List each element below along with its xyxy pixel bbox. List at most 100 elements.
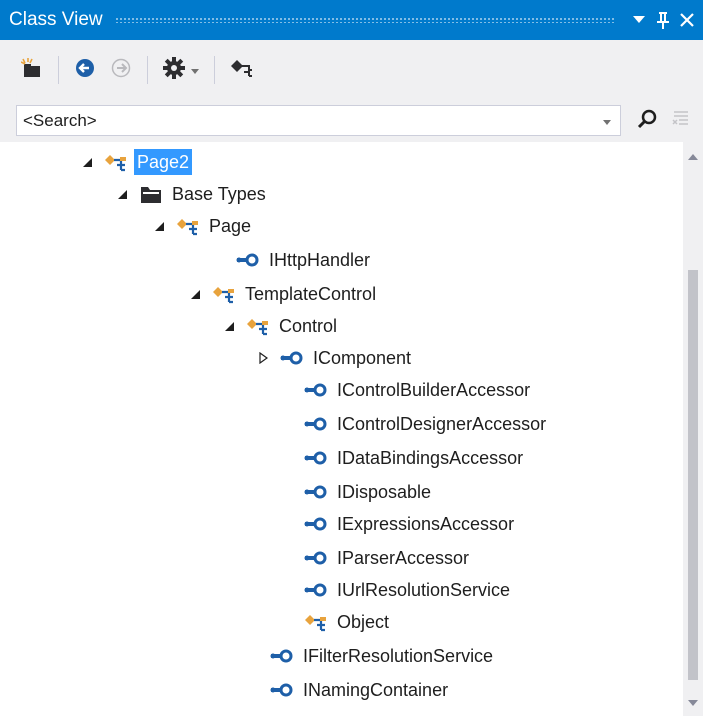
pin-button[interactable] (651, 0, 675, 40)
vertical-scrollbar[interactable] (683, 142, 703, 716)
tree-node[interactable]: IExpressionsAccessor (280, 508, 517, 540)
no-expander (280, 551, 294, 565)
tree-node[interactable]: IControlBuilderAccessor (280, 374, 533, 406)
tree-node-label: TemplateControl (245, 284, 377, 304)
collapsed-triangle-icon[interactable] (256, 351, 270, 365)
interface-icon (304, 482, 328, 502)
no-expander (280, 517, 294, 531)
tree-node[interactable]: IHttpHandler (212, 244, 373, 276)
no-expander (280, 451, 294, 465)
scroll-thumb[interactable] (688, 270, 698, 680)
search-button[interactable] (634, 108, 660, 134)
gear-icon (163, 56, 185, 84)
interface-icon (304, 580, 328, 600)
tree-node-label: IParserAccessor (337, 548, 470, 568)
dropdown-triangle-icon (633, 16, 645, 24)
scroll-up-button[interactable] (683, 146, 703, 166)
interface-icon (304, 380, 328, 400)
tree-node-label: IExpressionsAccessor (337, 514, 515, 534)
clear-search-icon (671, 109, 691, 134)
tree-node[interactable]: IUrlResolutionService (280, 574, 513, 606)
new-folder-icon (20, 57, 43, 83)
tree-node[interactable]: Base Types (115, 178, 269, 210)
tree-node-label: IFilterResolutionService (303, 646, 494, 666)
search-input[interactable] (17, 106, 594, 135)
interface-icon (236, 250, 260, 270)
tree-node[interactable]: IParserAccessor (280, 542, 472, 574)
magnifier-icon (637, 109, 657, 134)
window-menu-button[interactable] (627, 0, 651, 40)
tree-node[interactable]: Page (152, 210, 254, 242)
tree-node-label: IHttpHandler (269, 250, 371, 270)
chevron-down-icon (603, 112, 611, 130)
class-tree: Page2 Base Types Page IHttpHandler TemplateC… (0, 142, 683, 716)
tree-node-label: IDisposable (337, 482, 432, 502)
expanded-triangle-icon[interactable] (188, 287, 202, 301)
clear-search-button[interactable] (668, 108, 694, 134)
expanded-triangle-icon[interactable] (115, 187, 129, 201)
interface-icon (304, 448, 328, 468)
no-expander (280, 485, 294, 499)
pin-icon (657, 11, 669, 29)
tree-node-label: Base Types (172, 184, 266, 204)
no-expander (280, 583, 294, 597)
back-button[interactable] (67, 52, 103, 88)
tree-node-label: IControlDesignerAccessor (337, 414, 547, 434)
tree-node-label: IControlBuilderAccessor (337, 380, 531, 400)
no-expander (246, 649, 260, 663)
toolbar (0, 40, 703, 100)
toolbar-separator (147, 56, 148, 84)
class-icon (212, 284, 236, 304)
class-icon (304, 612, 328, 632)
close-icon (680, 13, 694, 27)
triangle-up-icon (688, 147, 698, 165)
interface-icon (270, 646, 294, 666)
new-folder-button[interactable] (14, 52, 50, 88)
tree-node[interactable]: Page2 (80, 146, 193, 178)
toolbar-separator (214, 56, 215, 84)
tree-node[interactable]: IComponent (256, 342, 414, 374)
interface-icon (280, 348, 304, 368)
no-expander (280, 383, 294, 397)
class-icon (246, 316, 270, 336)
tree-node-label: IUrlResolutionService (337, 580, 511, 600)
tree-node-label: IDataBindingsAccessor (337, 448, 524, 468)
class-icon (104, 152, 128, 172)
tree-node[interactable]: IFilterResolutionService (246, 640, 496, 672)
tree-node[interactable]: Object (280, 606, 392, 638)
expanded-triangle-icon[interactable] (222, 319, 236, 333)
arrow-left-icon (75, 58, 95, 83)
tree-node[interactable]: IDataBindingsAccessor (280, 442, 526, 474)
forward-button[interactable] (103, 52, 139, 88)
tree-node[interactable]: INamingContainer (246, 674, 451, 706)
scroll-down-button[interactable] (683, 692, 703, 712)
interface-icon (304, 414, 328, 434)
no-expander (246, 683, 260, 697)
tree-node-label: Control (279, 316, 338, 336)
interface-icon (270, 680, 294, 700)
tree-node-label: Object (337, 612, 390, 632)
class-hierarchy-button[interactable] (223, 52, 259, 88)
settings-button[interactable] (156, 52, 206, 88)
arrow-right-icon (111, 58, 131, 83)
window-title: Class View (9, 9, 103, 30)
tree-node[interactable]: Control (222, 310, 340, 342)
close-button[interactable] (675, 0, 699, 40)
tree-node-label: Page (209, 216, 252, 236)
search-dropdown-button[interactable] (594, 106, 620, 135)
tree-node[interactable]: IControlDesignerAccessor (280, 408, 549, 440)
no-expander (280, 417, 294, 431)
search-combobox[interactable] (16, 105, 621, 136)
tree-node[interactable]: IDisposable (280, 476, 434, 508)
no-expander (280, 615, 294, 629)
expanded-triangle-icon[interactable] (80, 155, 94, 169)
drag-grip[interactable] (114, 17, 615, 23)
tree-node-label: Page2 (134, 149, 193, 175)
title-bar: Class View (0, 0, 703, 40)
expanded-triangle-icon[interactable] (152, 219, 166, 233)
class-hierarchy-icon (229, 58, 253, 83)
interface-icon (304, 548, 328, 568)
tree-node[interactable]: TemplateControl (188, 278, 379, 310)
toolbar-separator (58, 56, 59, 84)
chevron-down-icon (191, 61, 199, 79)
